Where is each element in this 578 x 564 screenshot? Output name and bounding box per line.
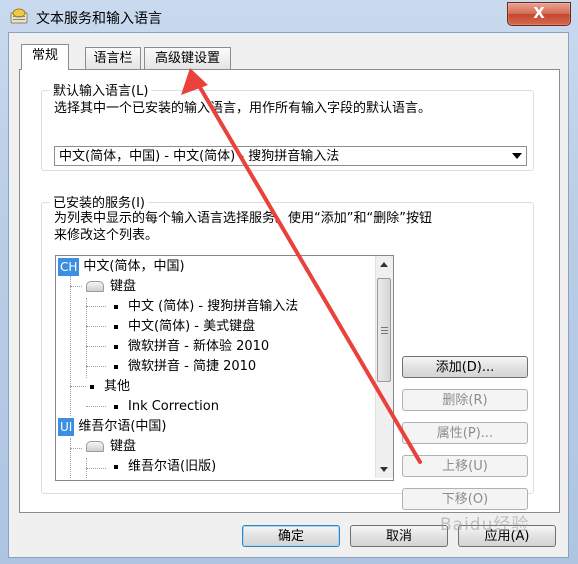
default-language-label: 默认输入语言(L) xyxy=(50,80,152,99)
tab-panel-general: 默认输入语言(L) 选择其中一个已安装的输入语言，用作所有输入字段的默认语言。 … xyxy=(19,69,560,513)
remove-button[interactable]: 删除(R) xyxy=(402,389,528,411)
bullet-icon xyxy=(90,384,94,389)
close-button[interactable]: X xyxy=(507,2,571,26)
tree-item[interactable]: 中文 (简体) - 搜狗拼音输入法 xyxy=(114,297,298,317)
tree-language-label: 维吾尔语(中国) xyxy=(78,419,167,434)
keyboard-icon xyxy=(86,281,104,292)
tree-language-uyghur[interactable]: UI 维吾尔语(中国) xyxy=(58,417,166,437)
services-tree[interactable]: CH 中文(简体，中国) 键盘 中文 (简体) - 搜狗拼音输入法 中文(简体) … xyxy=(55,255,394,481)
cancel-button[interactable]: 取消 xyxy=(350,525,448,547)
bullet-icon xyxy=(114,404,118,409)
bullet-icon xyxy=(114,324,118,329)
bullet-icon xyxy=(114,304,118,309)
language-badge: CH xyxy=(58,257,80,276)
tree-item[interactable]: 微软拼音 - 新体验 2010 xyxy=(114,337,269,357)
default-language-value: 中文(简体，中国) - 中文(简体) - 搜狗拼音输入法 xyxy=(59,149,340,164)
watermark: Baidu经验 xyxy=(440,515,530,535)
tree-scrollbar[interactable] xyxy=(375,256,393,478)
tree-item[interactable]: 中文(简体) - 美式键盘 xyxy=(114,317,255,337)
chevron-down-icon xyxy=(512,153,522,159)
tree-category-other[interactable]: 其他 xyxy=(90,377,130,397)
tab-advanced-key-settings[interactable]: 高级键设置 xyxy=(144,47,231,70)
default-language-dropdown[interactable]: 中文(简体，中国) - 中文(简体) - 搜狗拼音输入法 xyxy=(54,146,527,166)
ok-button[interactable]: 确定 xyxy=(242,525,340,547)
scrollbar-thumb[interactable] xyxy=(377,278,391,382)
move-down-button[interactable]: 下移(O) xyxy=(402,488,528,510)
grip-icon xyxy=(381,327,388,328)
tree-item[interactable]: Ink Correction xyxy=(114,397,219,417)
keyboard-icon xyxy=(86,441,104,452)
properties-button[interactable]: 属性(P)... xyxy=(402,422,528,444)
tab-language-bar[interactable]: 语言栏 xyxy=(85,47,141,70)
tree-category-label: 键盘 xyxy=(110,439,137,454)
dialog-body: 常规 语言栏 高级键设置 默认输入语言(L) 选择其中一个已安装的输入语言，用作… xyxy=(8,32,569,558)
bullet-icon xyxy=(114,364,118,369)
tab-general[interactable]: 常规 xyxy=(21,44,69,70)
app-icon xyxy=(10,8,28,24)
tree-language-chinese[interactable]: CH 中文(简体，中国) xyxy=(58,257,185,277)
tree-item-label: 微软拼音 - 简捷 2010 xyxy=(128,359,257,374)
add-button[interactable]: 添加(D)... xyxy=(402,356,528,378)
tree-category-label: 其他 xyxy=(104,379,131,394)
scroll-up-icon[interactable] xyxy=(380,262,388,267)
installed-services-label: 已安装的服务(I) xyxy=(50,192,148,211)
tree-item[interactable]: 微软拼音 - 简捷 2010 xyxy=(114,357,256,377)
tree-item-label: 中文(简体) - 美式键盘 xyxy=(128,319,256,334)
tree-category-keyboard[interactable]: 键盘 xyxy=(86,437,136,457)
tree-item[interactable]: 维吾尔语(旧版) xyxy=(114,457,216,477)
bullet-icon xyxy=(114,344,118,349)
installed-services-description-2: 来修改这个列表。 xyxy=(54,228,159,243)
dialog-window: 文本服务和输入语言 X 常规 语言栏 高级键设置 默认输入语言(L) 选择其中一… xyxy=(0,0,578,564)
tree-item-label: 维吾尔语(旧版) xyxy=(128,459,217,474)
move-up-button[interactable]: 上移(U) xyxy=(402,455,528,477)
tree-item-label: 中文 (简体) - 搜狗拼音输入法 xyxy=(128,299,299,314)
language-badge: UI xyxy=(58,417,75,436)
installed-services-description-1: 为列表中显示的每个输入语言选择服务。使用“添加”和“删除”按钮 xyxy=(54,211,432,226)
scroll-down-icon[interactable] xyxy=(380,467,388,472)
tree-language-label: 中文(简体，中国) xyxy=(83,259,185,274)
tree-category-label: 键盘 xyxy=(110,279,137,294)
default-language-description: 选择其中一个已安装的输入语言，用作所有输入字段的默认语言。 xyxy=(54,101,432,116)
tree-category-keyboard[interactable]: 键盘 xyxy=(86,277,136,297)
window-title: 文本服务和输入语言 xyxy=(36,11,162,27)
tree-item-label: Ink Correction xyxy=(128,399,219,414)
title-bar[interactable]: 文本服务和输入语言 X xyxy=(0,0,578,34)
bullet-icon xyxy=(114,464,118,469)
tree-item-label: 微软拼音 - 新体验 2010 xyxy=(128,339,270,354)
